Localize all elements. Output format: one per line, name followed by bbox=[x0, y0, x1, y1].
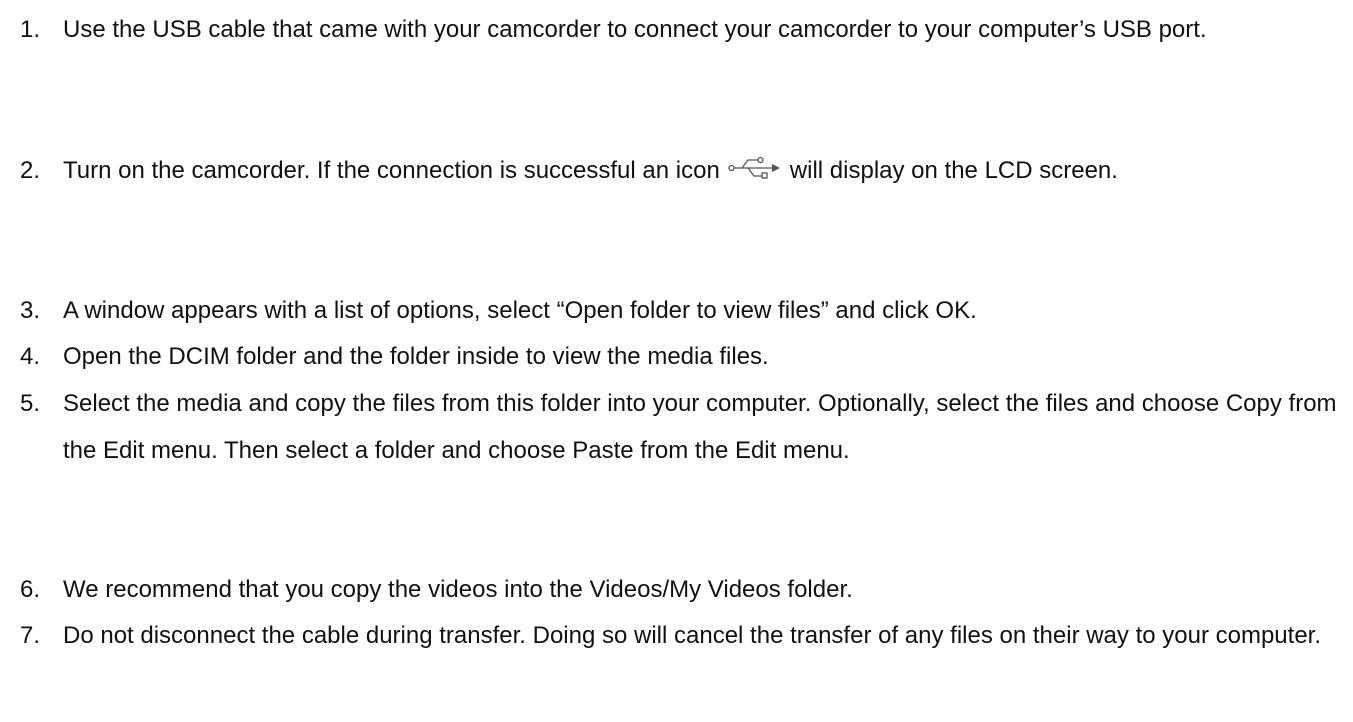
step-text-after-icon: will display on the LCD screen. bbox=[789, 157, 1118, 184]
list-item: 2. Turn on the camcorder. If the connect… bbox=[0, 147, 1343, 194]
list-item: 1. Use the USB cable that came with your… bbox=[0, 6, 1343, 53]
step-text-before-icon: Turn on the camcorder. If the connection… bbox=[63, 157, 720, 184]
step-text: We recommend that you copy the videos in… bbox=[63, 576, 853, 603]
step-number: 2. bbox=[20, 156, 41, 184]
list-item: 7. Do not disconnect the cable during tr… bbox=[0, 612, 1343, 659]
step-text: Open the DCIM folder and the folder insi… bbox=[63, 343, 769, 370]
step-text: Use the USB cable that came with your ca… bbox=[63, 16, 1207, 43]
step-number: 7. bbox=[20, 621, 41, 649]
step-text: Do not disconnect the cable during trans… bbox=[63, 622, 1321, 649]
list-item: 6. We recommend that you copy the videos… bbox=[0, 566, 1343, 613]
step-number: 1. bbox=[20, 15, 41, 43]
step-number: 3. bbox=[20, 296, 41, 324]
step-text: Turn on the camcorder. If the connection… bbox=[63, 147, 1343, 194]
list-item: 4. Open the DCIM folder and the folder i… bbox=[0, 333, 1343, 380]
step-text: Select the media and copy the files from… bbox=[63, 390, 1337, 464]
step-number: 5. bbox=[20, 389, 41, 417]
list-item: 3. A window appears with a list of optio… bbox=[0, 287, 1343, 334]
usb-icon bbox=[728, 156, 780, 179]
step-number: 4. bbox=[20, 342, 41, 370]
list-item: 5. Select the media and copy the files f… bbox=[0, 380, 1343, 474]
step-number: 6. bbox=[20, 575, 41, 603]
step-text: A window appears with a list of options,… bbox=[63, 297, 977, 324]
